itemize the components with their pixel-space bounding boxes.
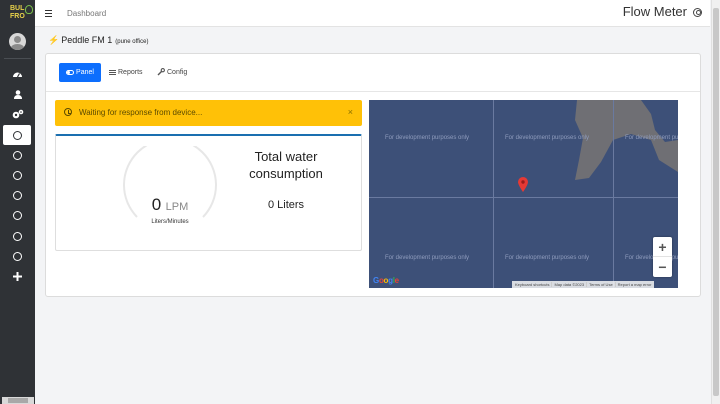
- page-scrollbar[interactable]: [711, 0, 720, 404]
- flow-rate-unit: LPM: [165, 201, 189, 213]
- sidebar-item-users[interactable]: [0, 84, 35, 104]
- app-logo[interactable]: BUL FRO: [8, 4, 34, 24]
- menu-icon[interactable]: [45, 10, 52, 19]
- status-alert: Waiting for response from device... ×: [55, 100, 362, 126]
- flow-rate-value: 0: [151, 195, 162, 214]
- logo-text-top: BUL: [10, 5, 25, 12]
- device-heading: ⚡ Peddle FM 1 (pune office): [48, 35, 149, 46]
- map-gridline: [613, 100, 614, 288]
- gears-icon: [12, 109, 23, 119]
- map-gridline: [369, 197, 678, 198]
- map-watermark: For development purposes only: [385, 135, 470, 141]
- sidebar-item-dashboard[interactable]: [0, 64, 35, 84]
- map-gridline: [493, 100, 494, 288]
- tab-panel[interactable]: Panel: [59, 63, 101, 82]
- sidebar-scrollbar[interactable]: [2, 397, 34, 404]
- avatar[interactable]: [9, 33, 26, 50]
- circle-icon: [13, 150, 22, 160]
- circle-icon: [13, 251, 22, 261]
- list-icon: [109, 69, 116, 76]
- bulb-icon: [25, 5, 33, 14]
- circle-icon: [13, 190, 22, 200]
- plus-icon: [13, 271, 22, 281]
- keyboard-shortcuts-link[interactable]: Keyboard shortcuts: [513, 282, 553, 287]
- flow-rate: 0 LPM: [90, 195, 250, 215]
- user-icon: [13, 89, 22, 99]
- zoom-out-button[interactable]: −: [653, 257, 672, 277]
- page-scroll-thumb[interactable]: [713, 8, 719, 396]
- sidebar-item-meter-1[interactable]: [3, 125, 31, 145]
- flow-panel: 0 LPM Liters/Minutes Total water consump…: [55, 134, 362, 251]
- bolt-icon: ⚡: [48, 35, 60, 45]
- report-map-error-link[interactable]: Report a map error: [616, 282, 654, 287]
- sidebar-item-meter-2[interactable]: [0, 145, 35, 165]
- zoom-in-button[interactable]: +: [653, 237, 672, 257]
- breadcrumb[interactable]: Dashboard: [67, 9, 106, 18]
- device-office: (pune office): [115, 39, 149, 45]
- map-data-text: Map data ©2023: [552, 282, 588, 287]
- page-title: Flow Meter: [622, 4, 687, 19]
- tab-config-label: Config: [167, 69, 188, 76]
- map-footer: Keyboard shortcuts Map data ©2023 Terms …: [512, 281, 655, 288]
- clock-icon: [64, 108, 72, 116]
- sidebar-item-settings[interactable]: [0, 104, 35, 124]
- sidebar-scroll-thumb[interactable]: [8, 398, 28, 403]
- flow-rate-label: Liters/Minutes: [151, 219, 189, 225]
- device-map[interactable]: For development purposes only For develo…: [369, 100, 678, 288]
- top-bar: Dashboard Flow Meter: [35, 0, 710, 27]
- toggle-icon: [66, 70, 75, 75]
- dashboard-icon: [13, 72, 22, 78]
- sidebar-item-meter-5[interactable]: [0, 205, 35, 225]
- alert-message: Waiting for response from device...: [79, 108, 203, 117]
- sidebar-item-meter-7[interactable]: [0, 246, 35, 266]
- avatar-body: [11, 44, 24, 50]
- sidebar: BUL FRO: [0, 0, 35, 404]
- google-logo[interactable]: Google: [373, 276, 399, 285]
- sidebar-divider: [4, 58, 31, 59]
- sidebar-item-add[interactable]: [0, 266, 35, 286]
- map-watermark: For development purposes only: [505, 135, 590, 141]
- alert-close-button[interactable]: ×: [348, 107, 353, 117]
- wrench-icon: [157, 67, 165, 78]
- user-account-icon[interactable]: [693, 8, 702, 17]
- circle-icon: [13, 170, 22, 180]
- sidebar-item-meter-6[interactable]: [0, 226, 35, 246]
- total-consumption-title: Total water consumption: [249, 149, 323, 181]
- map-zoom-control: + −: [653, 237, 672, 277]
- logo-text-bottom: FRO: [10, 13, 25, 20]
- flow-gauge: 0 LPM Liters/Minutes: [90, 138, 250, 231]
- circle-icon: [13, 210, 22, 220]
- map-watermark: For development purposes only: [625, 135, 678, 141]
- tab-bar: Panel Reports Config: [46, 54, 700, 92]
- device-name: Peddle FM 1: [61, 35, 113, 45]
- tab-reports-label: Reports: [118, 69, 143, 76]
- map-watermark: For development purposes only: [505, 255, 590, 261]
- sidebar-item-meter-3[interactable]: [0, 165, 35, 185]
- sidebar-item-meter-4[interactable]: [0, 185, 35, 205]
- circle-icon: [13, 231, 22, 241]
- tab-config[interactable]: Config: [157, 63, 187, 82]
- avatar-head: [14, 36, 21, 43]
- terms-of-use-link[interactable]: Terms of Use: [587, 282, 616, 287]
- total-consumption-value: 0 Liters: [267, 199, 305, 211]
- map-watermark: For development purposes only: [385, 255, 470, 261]
- map-pin-icon[interactable]: [518, 177, 528, 192]
- tab-reports[interactable]: Reports: [109, 63, 143, 82]
- tab-panel-label: Panel: [76, 69, 94, 76]
- circle-icon: [12, 130, 22, 140]
